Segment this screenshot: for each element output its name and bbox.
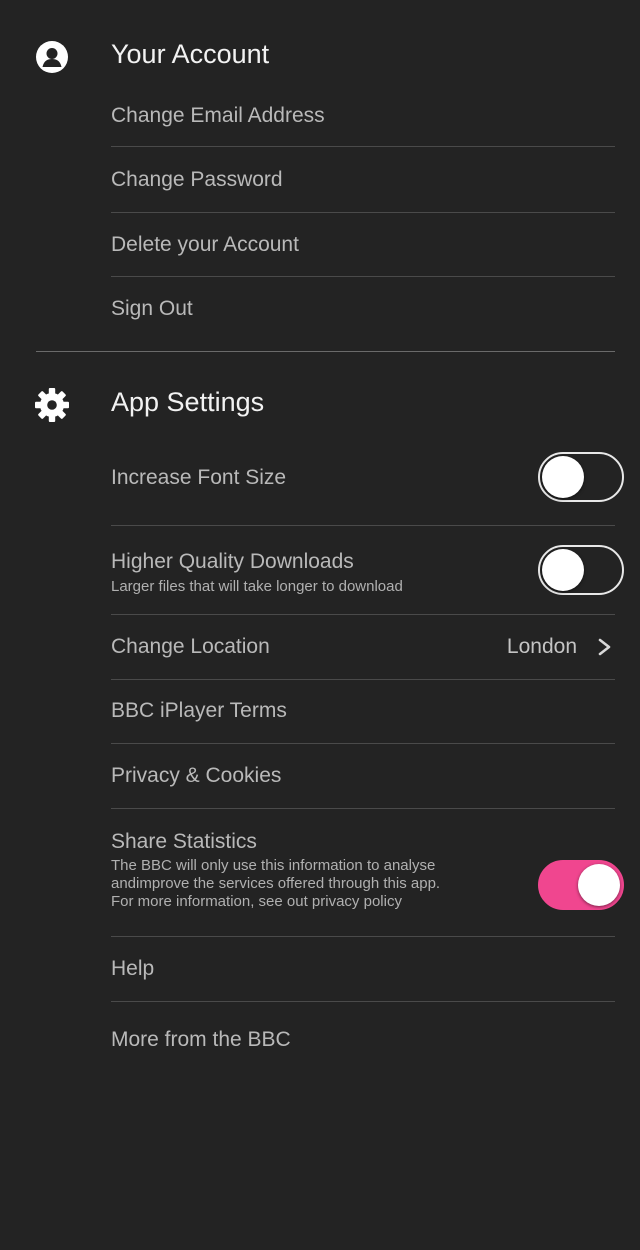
more-from-bbc-label: More from the BBC (111, 1028, 291, 1051)
change-password-row[interactable]: Change Password (111, 147, 615, 213)
share-statistics-sublabel-line-2: andimprove the services offered through … (111, 875, 441, 892)
change-email-label: Change Email Address (111, 104, 325, 127)
higher-quality-downloads-toggle[interactable] (538, 545, 624, 595)
help-row[interactable]: Help (111, 937, 615, 1002)
increase-font-size-toggle[interactable] (538, 452, 624, 502)
change-location-label: Change Location (111, 635, 270, 658)
toggle-knob (542, 549, 584, 591)
user-icon (36, 41, 68, 73)
change-location-row[interactable]: Change Location London (111, 615, 615, 680)
share-statistics-label: Share Statistics (111, 830, 257, 853)
location-value: London (506, 635, 577, 658)
more-from-bbc-row[interactable]: More from the BBC (111, 1002, 615, 1072)
privacy-cookies-label: Privacy & Cookies (111, 764, 282, 787)
increase-font-size-label: Increase Font Size (111, 466, 287, 489)
change-email-row[interactable]: Change Email Address (111, 84, 615, 147)
toggle-knob (542, 456, 584, 498)
gear-icon (35, 388, 69, 422)
sign-out-label: Sign Out (111, 297, 193, 320)
account-section-header: Your Account (0, 25, 640, 85)
toggle-knob (578, 864, 620, 906)
delete-account-label: Delete your Account (111, 233, 299, 256)
share-statistics-row: Share Statistics The BBC will only use t… (111, 809, 615, 937)
account-section-title: Your Account (111, 39, 270, 69)
share-statistics-toggle[interactable] (538, 860, 624, 910)
settings-section-header: App Settings (0, 373, 640, 433)
share-statistics-sublabel-line-1: The BBC will only use this information t… (111, 857, 436, 874)
iplayer-terms-row[interactable]: BBC iPlayer Terms (111, 680, 615, 744)
higher-quality-downloads-sublabel: Larger files that will take longer to do… (111, 578, 403, 595)
chevron-right-icon (598, 638, 611, 656)
section-divider (36, 351, 615, 352)
higher-quality-downloads-label: Higher Quality Downloads (111, 550, 354, 573)
help-label: Help (111, 957, 155, 980)
settings-section-title: App Settings (111, 387, 265, 417)
sign-out-row[interactable]: Sign Out (111, 277, 615, 341)
share-statistics-sublabel-line-3: For more information, see out privacy po… (111, 893, 402, 910)
iplayer-terms-label: BBC iPlayer Terms (111, 699, 287, 722)
delete-account-row[interactable]: Delete your Account (111, 213, 615, 277)
change-password-label: Change Password (111, 168, 283, 191)
privacy-cookies-row[interactable]: Privacy & Cookies (111, 744, 615, 809)
